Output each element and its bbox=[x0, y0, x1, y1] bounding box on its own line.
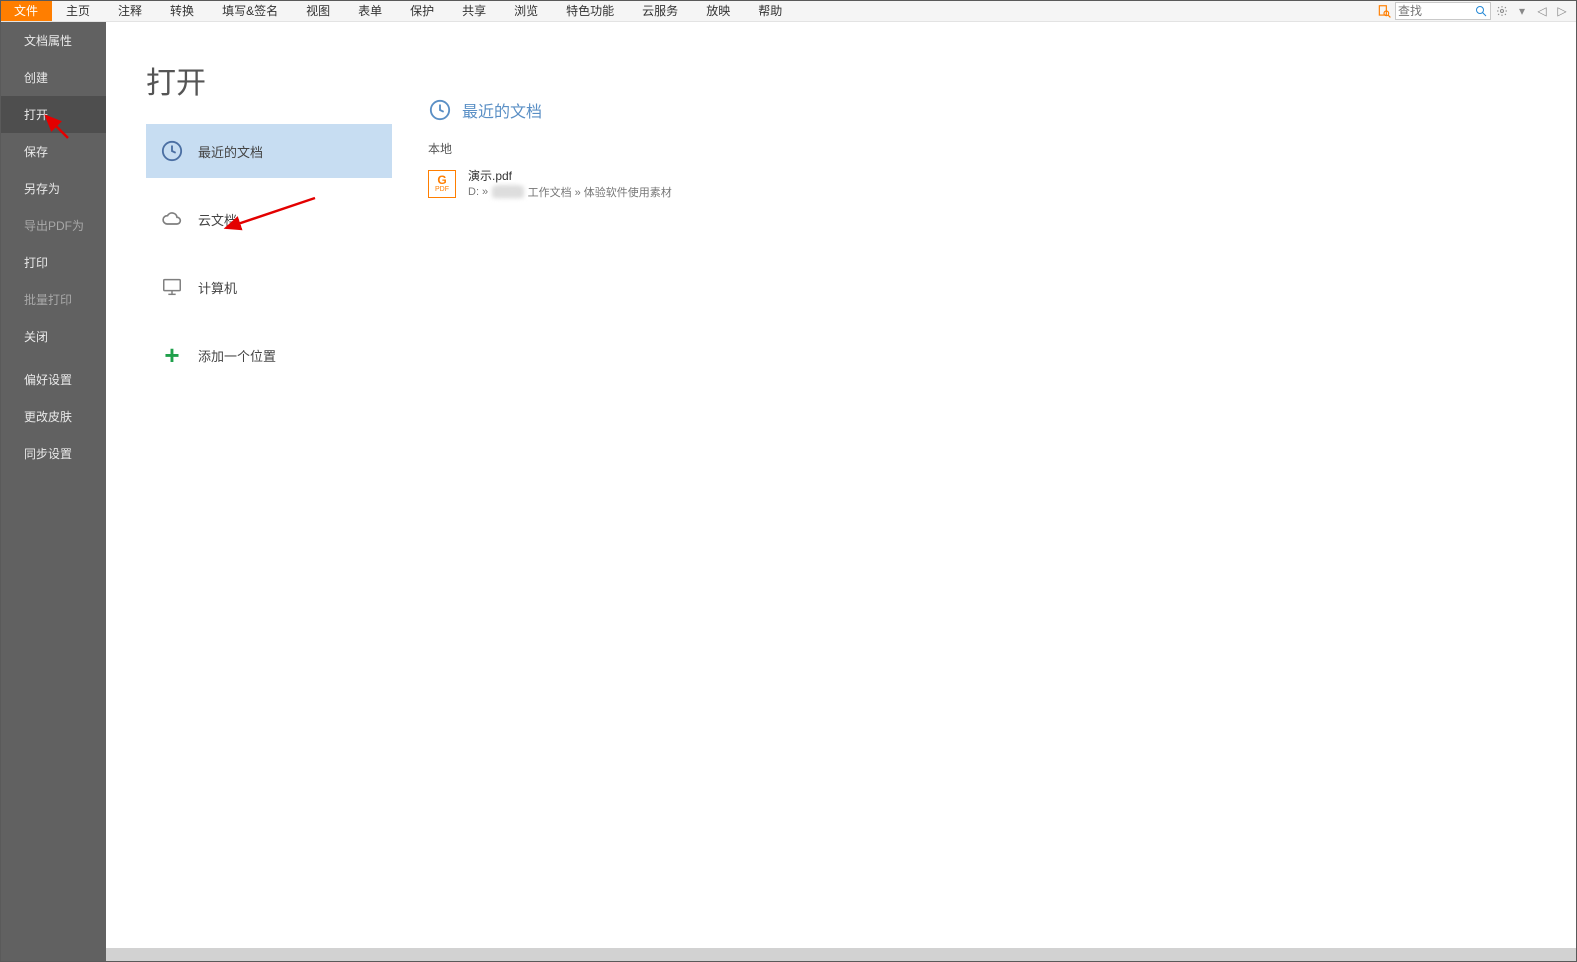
file-path: D: » ███ 工作文档 » 体验软件使用素材 bbox=[468, 184, 672, 200]
menu-tab-share[interactable]: 共享 bbox=[448, 0, 500, 21]
sidebar-item-sync[interactable]: 同步设置 bbox=[0, 435, 106, 472]
file-name: 演示.pdf bbox=[468, 167, 672, 184]
status-bar bbox=[106, 948, 1577, 962]
location-label: 云文档 bbox=[198, 210, 237, 229]
nav-next-icon[interactable]: ▷ bbox=[1553, 2, 1571, 20]
file-sidebar: 文档属性 创建 打开 保存 另存为 导出PDF为 打印 批量打印 关闭 偏好设置… bbox=[0, 22, 106, 962]
menu-tab-convert[interactable]: 转换 bbox=[156, 0, 208, 21]
menu-tab-cloud[interactable]: 云服务 bbox=[628, 0, 692, 21]
menu-tab-home[interactable]: 主页 bbox=[52, 0, 104, 21]
menu-tab-features[interactable]: 特色功能 bbox=[552, 0, 628, 21]
sidebar-item-saveas[interactable]: 另存为 bbox=[0, 170, 106, 207]
location-add[interactable]: + 添加一个位置 bbox=[146, 328, 392, 382]
location-computer[interactable]: 计算机 bbox=[146, 260, 392, 314]
location-recent[interactable]: 最近的文档 bbox=[146, 124, 392, 178]
menu-tab-browse[interactable]: 浏览 bbox=[500, 0, 552, 21]
menu-tab-fillsign[interactable]: 填写&签名 bbox=[208, 0, 292, 21]
sidebar-item-print[interactable]: 打印 bbox=[0, 244, 106, 281]
computer-icon bbox=[160, 275, 184, 299]
recent-section-label: 本地 bbox=[428, 140, 1577, 157]
menu-tab-slideshow[interactable]: 放映 bbox=[692, 0, 744, 21]
menu-tab-file[interactable]: 文件 bbox=[0, 0, 52, 21]
sidebar-item-create[interactable]: 创建 bbox=[0, 59, 106, 96]
menu-tab-protect[interactable]: 保护 bbox=[396, 0, 448, 21]
gear-icon[interactable] bbox=[1493, 2, 1511, 20]
sidebar-item-close[interactable]: 关闭 bbox=[0, 318, 106, 355]
menu-tab-help[interactable]: 帮助 bbox=[744, 0, 796, 21]
search-go-icon[interactable] bbox=[1472, 5, 1490, 17]
sidebar-item-props[interactable]: 文档属性 bbox=[0, 22, 106, 59]
location-label: 最近的文档 bbox=[198, 142, 263, 161]
sidebar-item-prefs[interactable]: 偏好设置 bbox=[0, 361, 106, 398]
location-cloud[interactable]: 云文档 bbox=[146, 192, 392, 246]
cloud-icon bbox=[160, 207, 184, 231]
sidebar-item-export[interactable]: 导出PDF为 bbox=[0, 207, 106, 244]
sidebar-item-open[interactable]: 打开 bbox=[0, 96, 106, 133]
menu-tab-comment[interactable]: 注释 bbox=[104, 0, 156, 21]
plus-icon: + bbox=[160, 343, 184, 367]
search-input[interactable] bbox=[1396, 4, 1472, 18]
location-label: 添加一个位置 bbox=[198, 346, 276, 365]
menu-tab-form[interactable]: 表单 bbox=[344, 0, 396, 21]
nav-prev-icon[interactable]: ◁ bbox=[1533, 2, 1551, 20]
chevron-down-icon[interactable]: ▾ bbox=[1513, 2, 1531, 20]
location-label: 计算机 bbox=[198, 278, 237, 297]
search-box[interactable] bbox=[1395, 2, 1491, 20]
menu-tab-view[interactable]: 视图 bbox=[292, 0, 344, 21]
doc-search-icon[interactable] bbox=[1375, 2, 1393, 20]
page-title: 打开 bbox=[146, 58, 392, 102]
recent-file-row[interactable]: GPDF 演示.pdf D: » ███ 工作文档 » 体验软件使用素材 bbox=[428, 163, 1577, 204]
clock-icon bbox=[428, 98, 452, 122]
recent-heading: 最近的文档 bbox=[428, 98, 1577, 122]
sidebar-item-save[interactable]: 保存 bbox=[0, 133, 106, 170]
pdf-file-icon: GPDF bbox=[428, 170, 456, 198]
top-menu: 文件 主页 注释 转换 填写&签名 视图 表单 保护 共享 浏览 特色功能 云服… bbox=[0, 0, 1577, 22]
sidebar-item-skin[interactable]: 更改皮肤 bbox=[0, 398, 106, 435]
sidebar-item-batchprint[interactable]: 批量打印 bbox=[0, 281, 106, 318]
clock-icon bbox=[160, 139, 184, 163]
recent-heading-text: 最近的文档 bbox=[462, 98, 542, 122]
